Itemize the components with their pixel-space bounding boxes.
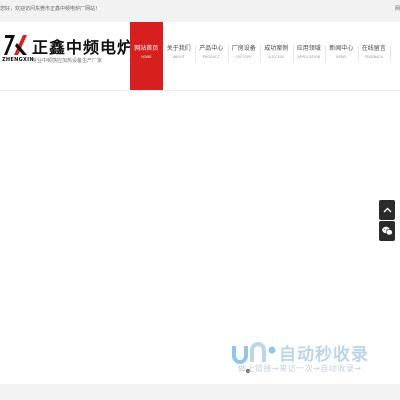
nav-item-news[interactable]: 新闻中心 NEWS (325, 22, 358, 90)
logo-text: ZHENGXIN (2, 57, 34, 63)
watermark-title: 自动秒收录 (279, 345, 369, 365)
welcome-text: 您好，欢迎访问东莞市正鑫中频电炉厂网站！ (0, 6, 101, 12)
wechat-icon (381, 226, 393, 236)
wechat-button[interactable] (379, 221, 395, 241)
nav-item-contact[interactable]: 联系 CO (390, 22, 400, 90)
nav-item-factory[interactable]: 厂房设备 FACTORY (227, 22, 261, 90)
nav-label: 成功案例 (264, 45, 289, 52)
nav-item-success[interactable]: 成功案例 SUCCESS (260, 22, 293, 90)
nav-label-en: NEWS (335, 55, 347, 59)
nav-label: 应用领域 (296, 45, 321, 52)
zx-logo-icon (4, 35, 27, 55)
nav-label-en: PRODUCT (202, 55, 220, 59)
nav-label: 关于我们 (166, 45, 191, 52)
nav-item-feedback[interactable]: 在线留言 FEEDBACK (357, 22, 391, 90)
nav-label: 联系 (390, 43, 400, 52)
nav-item-home[interactable]: 网站首页 HOME (130, 22, 163, 90)
top-bar: 您好，欢迎访问东莞市正鑫中频电炉厂网站！ 网 (0, 0, 400, 23)
nav-label: 厂房设备 (231, 45, 256, 52)
nav-label-en: FACTORY (235, 55, 252, 59)
nav-label: 在线留言 (361, 45, 386, 52)
header: ZHENGXIN 正鑫中频电炉 专业中频感应加热设备生产厂家 网站首页 HOME… (0, 22, 400, 91)
main-nav: 网站首页 HOME 关于我们 ABOUT 产品中心 PRODUCT 厂房设备 F… (130, 22, 400, 90)
nav-label-en: SUCCESS (268, 55, 285, 59)
brand-name: 正鑫中频电炉 (32, 38, 135, 57)
watermark-logo-icon (232, 342, 276, 364)
nav-label-en: HOME (140, 55, 152, 59)
nav-label-en: ABOUT (172, 55, 185, 59)
bottom-strip (0, 384, 400, 400)
top-right-link[interactable]: 网 (395, 5, 400, 12)
logo[interactable]: ZHENGXIN (2, 34, 34, 64)
watermark-subtitle: 做上链接→来访一次→自动收录→ (238, 364, 362, 373)
nav-item-about[interactable]: 关于我们 ABOUT (163, 22, 196, 90)
nav-label: 网站首页 (134, 45, 159, 52)
nav-label-en: APPLICATION (297, 55, 321, 59)
nav-label: 产品中心 (199, 45, 224, 52)
nav-label: 新闻中心 (329, 45, 354, 52)
back-to-top-button[interactable] (379, 200, 395, 220)
nav-label-en: FEEDBACK (364, 55, 384, 59)
nav-item-application[interactable]: 应用领域 APPLICATION (292, 22, 326, 90)
chevron-up-icon (383, 207, 391, 213)
nav-item-product[interactable]: 产品中心 PRODUCT (195, 22, 228, 90)
nav-label-en: CO (390, 55, 400, 59)
watermark: 自动秒收录 做上链接→来访一次→自动收录→ (230, 340, 400, 380)
brand-tagline: 专业中频感应加热设备生产厂家 (32, 58, 103, 64)
side-float-widgets (379, 200, 395, 242)
